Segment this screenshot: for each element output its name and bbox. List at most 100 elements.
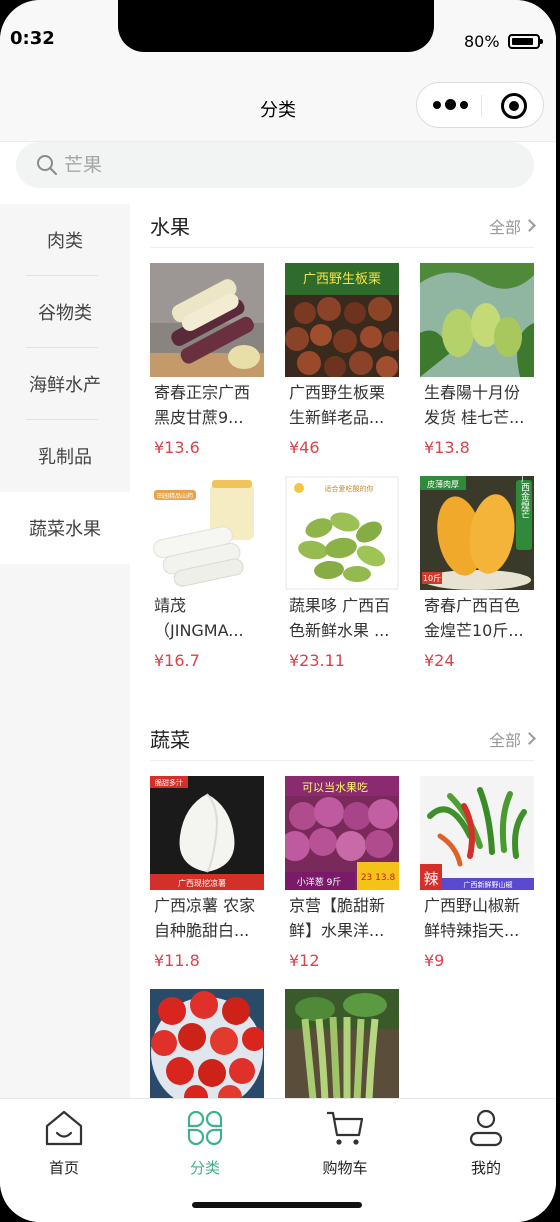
view-all-label: 全部 xyxy=(488,730,521,750)
tab-home[interactable]: 首页 xyxy=(4,1109,124,1178)
mini-program-capsule xyxy=(416,82,544,128)
capsule-divider xyxy=(481,95,482,117)
product-grid: 寄春正宗广西黑皮甘蔗9... ¥13.6 广西野生板栗 广西野生板栗生新鲜老品.… xyxy=(150,248,534,689)
tab-label: 我的 xyxy=(470,1159,501,1177)
product-price: ¥13.8 xyxy=(424,438,470,457)
product-name: 靖茂（JINGMA... xyxy=(154,596,244,640)
profile-icon xyxy=(469,1109,503,1147)
jicama-image: 脆甜多汁 广西现挖凉薯 xyxy=(150,776,264,890)
product-price: ¥11.8 xyxy=(154,951,200,970)
yam-image: 田园精品山药 xyxy=(150,476,264,590)
product-card[interactable] xyxy=(150,989,264,1098)
product-card[interactable]: 皮薄肉厚 广西金煌芒 10斤 寄春广西百色金煌芒10斤... ¥24 xyxy=(420,476,534,689)
product-card[interactable]: 适合爱吃酸的你 蔬果哆 广西百色新鲜水果 ... ¥23.11 xyxy=(285,476,399,689)
image-label: 广西新鲜野山椒 xyxy=(464,880,513,889)
navigation-bar: 分类 xyxy=(0,64,556,142)
battery-percentage: 80% xyxy=(464,32,500,51)
section-header: 蔬菜 全部 xyxy=(150,717,536,761)
product-card[interactable]: 脆甜多汁 广西现挖凉薯 广西凉薯 农家自种脆甜白... ¥11.8 xyxy=(150,776,264,989)
category-icon xyxy=(187,1110,223,1146)
product-price: ¥12 xyxy=(289,951,320,970)
mango-tree-image xyxy=(420,263,534,377)
product-card[interactable]: 田园精品山药 靖茂（JINGMA... ¥16.7 xyxy=(150,476,264,689)
device-notch xyxy=(118,0,434,52)
product-card[interactable] xyxy=(285,989,399,1098)
image-label: 23 13.8 xyxy=(361,873,396,883)
product-card[interactable]: 生春陽十月份发货 桂七芒... ¥13.8 xyxy=(420,263,534,476)
product-price: ¥9 xyxy=(424,951,445,970)
image-label: 小洋葱 9斤 xyxy=(297,876,342,888)
tab-label: 分类 xyxy=(189,1159,220,1177)
view-all-vegetables-link[interactable]: 全部 xyxy=(488,727,536,751)
product-price: ¥13.6 xyxy=(154,438,200,457)
chili-image: 辣 广西新鲜野山椒 xyxy=(420,776,534,890)
product-name: 蔬果哆 广西百色新鲜水果 ... xyxy=(289,596,391,640)
section-title: 水果 xyxy=(150,215,190,239)
image-label: 辣 xyxy=(423,870,438,888)
vegetable-section: 蔬菜 全部 脆甜多汁 广西现挖凉薯 广西凉薯 农家自种脆甜白... ¥11.8 … xyxy=(130,717,556,1098)
section-header: 水果 全部 xyxy=(150,204,536,248)
product-name: 广西凉薯 农家自种脆甜白... xyxy=(154,896,256,940)
chevron-right-icon xyxy=(523,219,536,232)
phone-screen: 0:32 80% 分类 肉类 谷物类 海鲜水产 乳制品 蔬菜水果 xyxy=(0,0,556,1222)
product-price: ¥46 xyxy=(289,438,320,457)
tab-profile[interactable]: 我的 xyxy=(426,1109,546,1178)
product-card[interactable]: 可以当水果吃 小洋葱 9斤 23 13.8 京营【脆甜新鲜】水果洋... ¥12 xyxy=(285,776,399,989)
product-price: ¥23.11 xyxy=(289,651,345,670)
status-bar: 0:32 80% xyxy=(0,0,556,64)
image-label: 广西野生板栗 xyxy=(303,272,381,287)
tab-cart[interactable]: 购物车 xyxy=(285,1109,405,1178)
product-name: 寄春正宗广西黑皮甘蔗9... xyxy=(154,383,251,427)
image-label: 皮薄肉厚 xyxy=(427,479,459,489)
fruit-section: 水果 全部 寄春正宗广西黑皮甘蔗9... ¥13.6 广西野生板栗 广西野生板栗… xyxy=(130,204,556,689)
chevron-right-icon xyxy=(523,732,536,745)
image-label: 10斤 xyxy=(423,573,441,583)
product-card[interactable]: 寄春正宗广西黑皮甘蔗9... ¥13.6 xyxy=(150,263,264,476)
product-price: ¥16.7 xyxy=(154,651,200,670)
image-label: 脆甜多汁 xyxy=(155,778,183,787)
status-time: 0:32 xyxy=(10,28,55,49)
image-label: 广西金煌芒 xyxy=(519,476,530,519)
sugarcane-image xyxy=(150,263,264,377)
product-name: 广西野生板栗生新鲜老品... xyxy=(289,383,386,427)
sidebar-item-seafood[interactable]: 海鲜水产 xyxy=(0,348,130,420)
image-label: 适合爱吃酸的你 xyxy=(325,484,374,493)
tab-label: 首页 xyxy=(48,1159,79,1177)
product-price: ¥24 xyxy=(424,651,455,670)
search-bar[interactable] xyxy=(16,142,534,188)
view-all-label: 全部 xyxy=(488,217,521,237)
sidebar-item-grains[interactable]: 谷物类 xyxy=(0,276,130,348)
close-mini-program-icon[interactable] xyxy=(501,93,527,119)
category-sidebar: 肉类 谷物类 海鲜水产 乳制品 蔬菜水果 xyxy=(0,204,130,1098)
category-content: 水果 全部 寄春正宗广西黑皮甘蔗9... ¥13.6 广西野生板栗 广西野生板栗… xyxy=(130,204,556,1098)
green-mango-image: 适合爱吃酸的你 xyxy=(285,476,399,590)
tomato-image xyxy=(150,989,264,1098)
sidebar-item-dairy[interactable]: 乳制品 xyxy=(0,420,130,492)
tab-label: 购物车 xyxy=(322,1159,368,1177)
onion-image: 可以当水果吃 小洋葱 9斤 23 13.8 xyxy=(285,776,399,890)
battery-icon xyxy=(508,34,543,49)
product-name: 广西野山椒新鲜特辣指天... xyxy=(424,896,521,940)
product-card[interactable]: 广西野生板栗 广西野生板栗生新鲜老品... ¥46 xyxy=(285,263,399,476)
cart-icon xyxy=(327,1111,364,1145)
product-name: 寄春广西百色金煌芒10斤... xyxy=(424,596,524,640)
sidebar-item-meat[interactable]: 肉类 xyxy=(0,204,130,276)
search-area xyxy=(0,142,556,204)
product-card[interactable]: 辣 广西新鲜野山椒 广西野山椒新鲜特辣指天... ¥9 xyxy=(420,776,534,989)
product-name: 京营【脆甜新鲜】水果洋... xyxy=(289,896,386,940)
tab-category[interactable]: 分类 xyxy=(145,1109,265,1178)
sidebar-item-fruits-vegetables[interactable]: 蔬菜水果 xyxy=(0,492,130,564)
image-label: 田园精品山药 xyxy=(157,492,193,500)
more-options-icon[interactable] xyxy=(431,96,473,114)
product-name: 生春陽十月份发货 桂七芒... xyxy=(424,383,525,427)
home-icon xyxy=(45,1110,83,1146)
beans-image xyxy=(285,989,399,1098)
section-title: 蔬菜 xyxy=(150,728,190,752)
image-label: 可以当水果吃 xyxy=(302,780,368,794)
search-icon xyxy=(37,155,57,175)
search-input[interactable] xyxy=(64,150,504,180)
image-label: 广西现挖凉薯 xyxy=(178,878,226,888)
chestnut-image: 广西野生板栗 xyxy=(285,263,399,377)
view-all-fruits-link[interactable]: 全部 xyxy=(488,214,536,238)
home-indicator[interactable] xyxy=(192,1202,362,1208)
